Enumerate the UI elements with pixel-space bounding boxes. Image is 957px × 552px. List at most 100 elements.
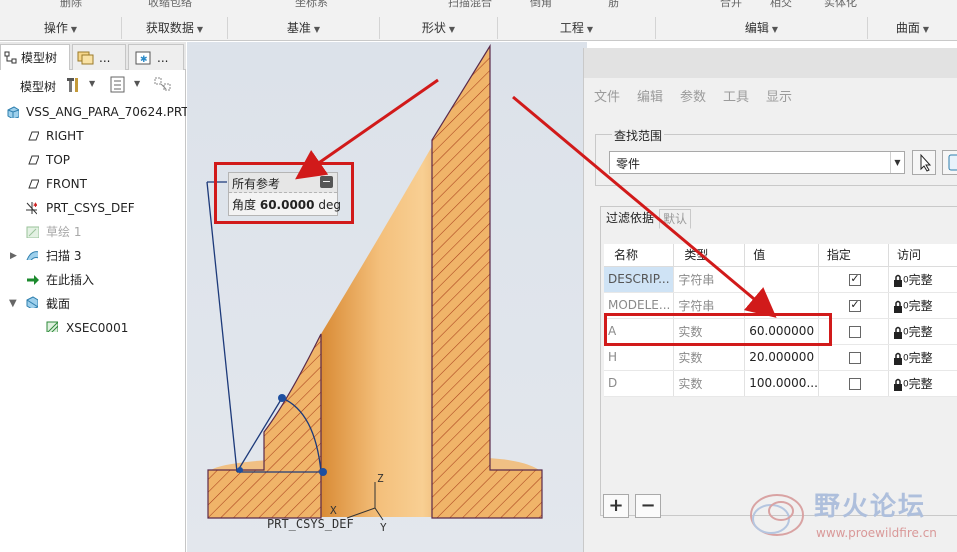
cursor-arrow-icon (920, 153, 932, 172)
column-designate[interactable]: 指定 (818, 244, 889, 267)
tree-item-xsec[interactable]: XSEC0001 (0, 316, 186, 340)
tree-item-right[interactable]: RIGHT (0, 124, 186, 148)
menu-display[interactable]: 显示 (766, 86, 792, 105)
designate-checkbox[interactable] (849, 351, 862, 364)
tree-item-sketch[interactable]: 草绘 1 (0, 220, 186, 244)
column-name[interactable]: 名称 (604, 244, 675, 267)
table-row[interactable]: D 实数 100.0000... 0完整 (604, 370, 957, 397)
group-surfaces[interactable]: 曲面 ▼ (868, 17, 957, 39)
column-value[interactable]: 值 (744, 244, 819, 267)
param-value[interactable]: 100.0000... (744, 370, 819, 397)
solidify-command[interactable]: 实体化 (824, 0, 857, 10)
chamfer-command[interactable]: 倒角 (530, 0, 552, 10)
designate-checkbox[interactable] (849, 377, 862, 390)
tab-model-tree[interactable]: 模型树 (0, 44, 70, 70)
scope-dropdown[interactable]: 零件 ▼ (609, 151, 905, 174)
group-datum[interactable]: 基准 ▼ (228, 17, 380, 39)
param-value[interactable] (744, 266, 819, 293)
param-name[interactable]: DESCRIP... (604, 266, 675, 293)
column-access[interactable]: 访问 (888, 244, 957, 267)
shrinkwrap-command[interactable]: 收缩包络 (148, 0, 192, 10)
right-section-hatch[interactable] (431, 43, 543, 519)
table-row[interactable]: DESCRIP... 字符串 0完整 (604, 266, 957, 293)
merge-command[interactable]: 合并 (720, 0, 742, 10)
tab-layers[interactable]: ... (72, 44, 126, 70)
group-get-data[interactable]: 获取数据 ▼ (122, 17, 228, 39)
designate-checkbox[interactable] (849, 298, 862, 312)
param-access: 完整 (908, 298, 933, 313)
model-graphic[interactable]: Z X Y PRT_CSYS_DEF (187, 42, 587, 552)
group-editing[interactable]: 编辑 ▼ (656, 17, 868, 39)
param-access: 完整 (908, 350, 933, 365)
table-row[interactable]: H 实数 20.000000 0完整 (604, 344, 957, 371)
rib-command[interactable]: 筋 (608, 0, 619, 10)
chevron-down-icon: ▼ (313, 25, 321, 34)
graphics-viewport[interactable]: Z X Y PRT_CSYS_DEF (187, 42, 587, 552)
tree-item-part[interactable]: VSS_ANG_PARA_70624.PRT (0, 100, 189, 124)
dimension-handle[interactable] (237, 467, 243, 473)
lookin-legend: 查找范围 (612, 127, 665, 144)
extra-button[interactable] (942, 150, 957, 175)
tree-item-sections[interactable]: ▼ 截面 (0, 292, 186, 316)
group-operations[interactable]: 操作 ▼ (0, 17, 122, 39)
tree-item-insert-here-label: 在此插入 (46, 273, 95, 287)
menu-file[interactable]: 文件 (594, 86, 620, 105)
group-engineering[interactable]: 工程 ▼ (498, 17, 656, 39)
window-icon (948, 154, 957, 171)
menu-tools[interactable]: 工具 (723, 86, 749, 105)
settings-tools-icon[interactable] (66, 76, 84, 94)
param-type: 字符串 (673, 266, 746, 293)
select-button[interactable] (912, 150, 936, 175)
group-shapes[interactable]: 形状 ▼ (380, 17, 498, 39)
tree-icon (4, 51, 17, 64)
add-parameter-button[interactable]: + (603, 494, 629, 518)
sketch-icon (26, 226, 39, 238)
csys-command[interactable]: 坐标系 (295, 0, 328, 10)
tab-layers-label: ... (99, 51, 111, 65)
csys-name-label: PRT_CSYS_DEF (267, 517, 354, 531)
intersect-command[interactable]: 相交 (770, 0, 792, 10)
chevron-down-icon: ▼ (196, 25, 204, 34)
tree-item-part-label: VSS_ANG_PARA_70624.PRT (26, 105, 189, 119)
chevron-down-icon[interactable]: ▼ (89, 79, 95, 88)
designate-checkbox[interactable] (849, 325, 862, 338)
datum-plane-icon (28, 131, 39, 141)
collapse-arrow-icon[interactable]: ▼ (9, 292, 17, 316)
chevron-down-icon[interactable]: ▼ (134, 79, 140, 88)
tab-favorites[interactable]: ✱ ... (128, 44, 184, 70)
delete-command[interactable]: 删除 (60, 0, 82, 10)
expand-arrow-icon[interactable]: ▶ (10, 244, 17, 268)
tab-filter-by[interactable]: 过滤依据 (603, 209, 657, 229)
param-name[interactable]: D (604, 370, 675, 397)
dimension-handle[interactable] (319, 468, 327, 476)
filter-icon[interactable] (154, 76, 174, 94)
tree-item-front[interactable]: FRONT (0, 172, 186, 196)
tree-item-top[interactable]: TOP (0, 148, 186, 172)
tree-item-csys[interactable]: ✱ PRT_CSYS_DEF (0, 196, 186, 220)
remove-parameter-button[interactable]: − (635, 494, 661, 518)
tree-item-sweep[interactable]: ▶ 扫描 3 (0, 244, 186, 268)
model-tree: VSS_ANG_PARA_70624.PRT RIGHT TOP FRONT ✱… (0, 100, 189, 340)
param-name[interactable]: H (604, 344, 675, 371)
group-shapes-label: 形状 (421, 21, 446, 35)
column-type[interactable]: 类型 (673, 244, 746, 267)
lock-icon (893, 352, 902, 365)
lock-icon (893, 326, 902, 339)
param-value[interactable]: 20.000000 (744, 344, 819, 371)
tree-item-insert-here[interactable]: 在此插入 (0, 268, 186, 292)
ribbon: 删除 收缩包络 坐标系 扫描混合 倒角 筋 合并 相交 实体化 操作 ▼ 获取数据… (0, 0, 957, 41)
group-editing-label: 编辑 (744, 21, 769, 35)
scope-value: 零件 (616, 157, 641, 171)
menu-parameters[interactable]: 参数 (680, 86, 706, 105)
tab-default[interactable]: 默认 (659, 209, 692, 229)
dimension-handle[interactable] (278, 394, 286, 402)
model-tree-toolbar: 模型树 ▼ ▼ (0, 74, 186, 98)
menu-edit[interactable]: 编辑 (637, 86, 663, 105)
group-datum-label: 基准 (286, 21, 311, 35)
swept-blend-command[interactable]: 扫描混合 (448, 0, 492, 10)
table-header-row: 名称 类型 值 指定 访问 (604, 244, 957, 267)
designate-checkbox[interactable] (849, 272, 862, 286)
show-list-icon[interactable] (110, 76, 126, 94)
param-access: 完整 (908, 376, 933, 391)
chevron-down-icon[interactable]: ▼ (890, 152, 904, 173)
